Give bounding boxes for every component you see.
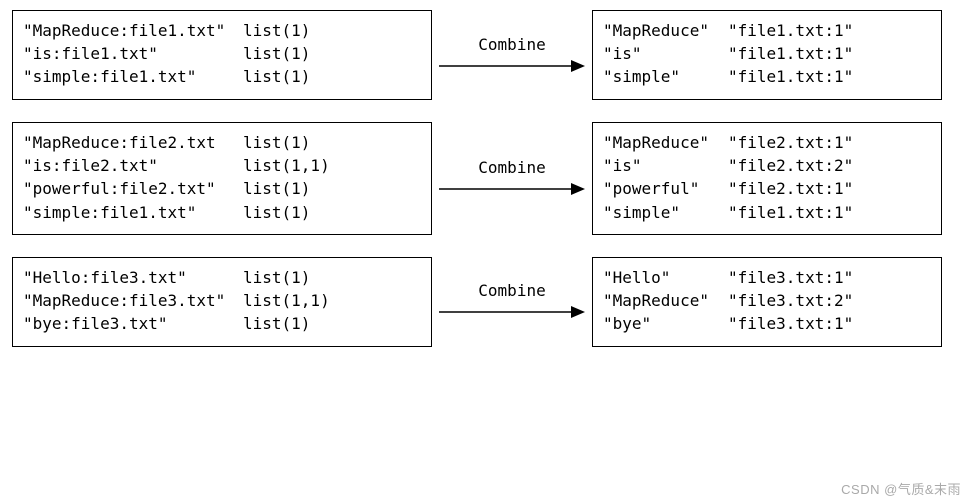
combine-row-2: "MapReduce:file2.txt "is:file2.txt" "pow… bbox=[12, 122, 957, 235]
output-values-1: "file1.txt:1" "file1.txt:1" "file1.txt:1… bbox=[728, 19, 931, 89]
combine-row-1: "MapReduce:file1.txt" "is:file1.txt" "si… bbox=[12, 10, 957, 100]
arrow-label: Combine bbox=[478, 281, 545, 300]
arrow-3: Combine bbox=[432, 281, 592, 322]
output-values-2: "file2.txt:1" "file2.txt:2" "file2.txt:1… bbox=[728, 131, 931, 224]
output-box-1: "MapReduce" "is" "simple" "file1.txt:1" … bbox=[592, 10, 942, 100]
arrow-label: Combine bbox=[478, 158, 545, 177]
arrow-label: Combine bbox=[478, 35, 545, 54]
input-box-3: "Hello:file3.txt" "MapReduce:file3.txt" … bbox=[12, 257, 432, 347]
arrow-icon bbox=[437, 302, 587, 322]
output-keys-1: "MapReduce" "is" "simple" bbox=[603, 19, 728, 89]
input-keys-1: "MapReduce:file1.txt" "is:file1.txt" "si… bbox=[23, 19, 243, 89]
input-values-1: list(1) list(1) list(1) bbox=[243, 19, 421, 89]
input-box-1: "MapReduce:file1.txt" "is:file1.txt" "si… bbox=[12, 10, 432, 100]
output-keys-2: "MapReduce" "is" "powerful" "simple" bbox=[603, 131, 728, 224]
output-box-3: "Hello" "MapReduce" "bye" "file3.txt:1" … bbox=[592, 257, 942, 347]
output-box-2: "MapReduce" "is" "powerful" "simple" "fi… bbox=[592, 122, 942, 235]
arrow-icon bbox=[437, 179, 587, 199]
input-keys-3: "Hello:file3.txt" "MapReduce:file3.txt" … bbox=[23, 266, 243, 336]
arrow-icon bbox=[437, 56, 587, 76]
input-values-2: list(1) list(1,1) list(1) list(1) bbox=[243, 131, 421, 224]
input-values-3: list(1) list(1,1) list(1) bbox=[243, 266, 421, 336]
watermark: CSDN @气质&末雨 bbox=[841, 479, 961, 498]
combine-row-3: "Hello:file3.txt" "MapReduce:file3.txt" … bbox=[12, 257, 957, 347]
output-keys-3: "Hello" "MapReduce" "bye" bbox=[603, 266, 728, 336]
input-keys-2: "MapReduce:file2.txt "is:file2.txt" "pow… bbox=[23, 131, 243, 224]
diagram-container: "MapReduce:file1.txt" "is:file1.txt" "si… bbox=[0, 0, 969, 353]
output-values-3: "file3.txt:1" "file3.txt:2" "file3.txt:1… bbox=[728, 266, 931, 336]
arrow-2: Combine bbox=[432, 158, 592, 199]
input-box-2: "MapReduce:file2.txt "is:file2.txt" "pow… bbox=[12, 122, 432, 235]
arrow-1: Combine bbox=[432, 35, 592, 76]
